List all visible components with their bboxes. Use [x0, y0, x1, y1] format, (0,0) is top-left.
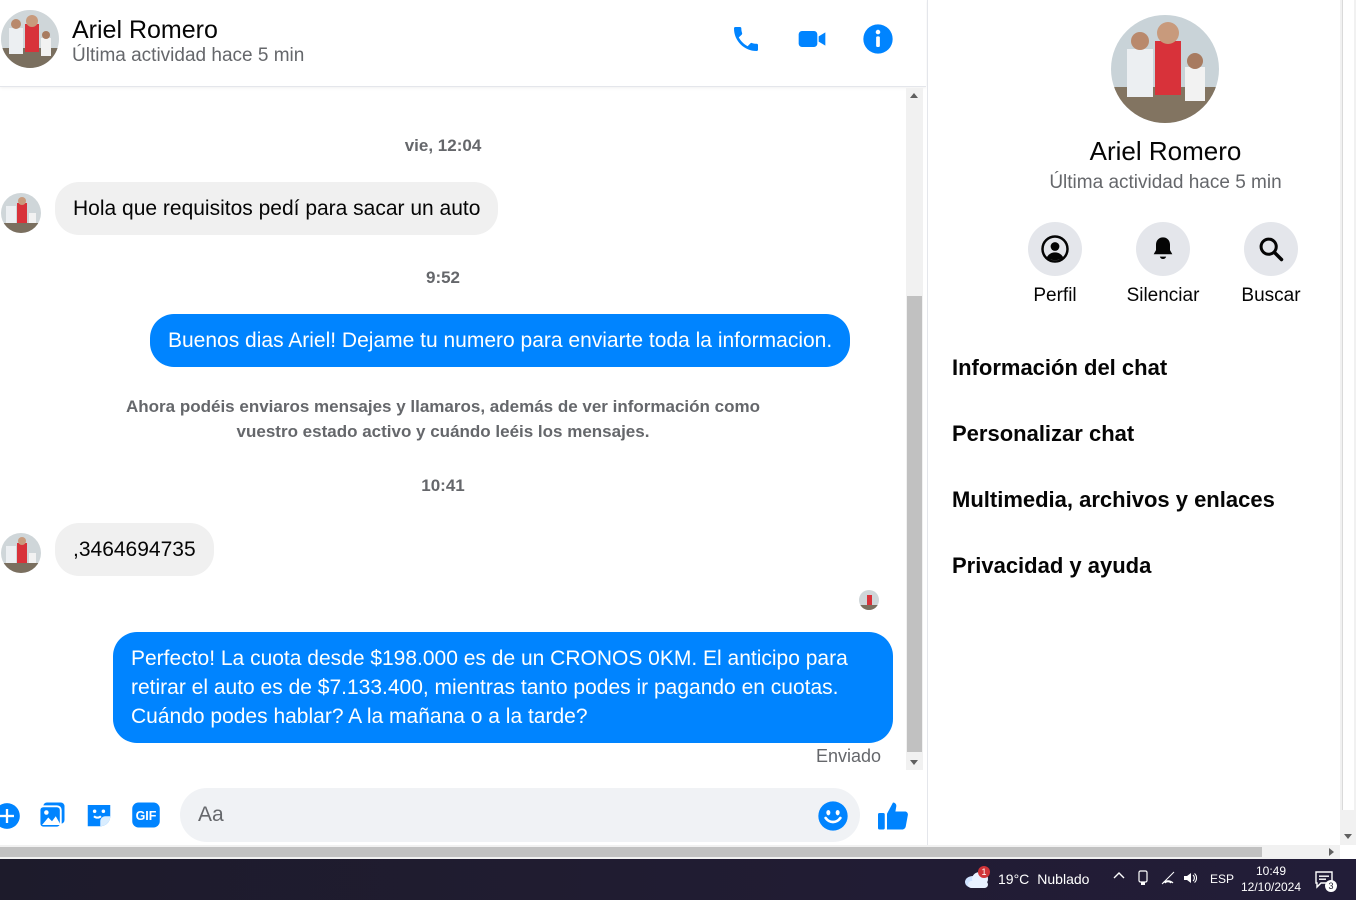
message-scrollbar[interactable] [906, 88, 923, 770]
mute-button-circle [1136, 222, 1190, 276]
horizontal-scrollbar-thumb[interactable] [0, 847, 1262, 857]
video-camera-icon [798, 31, 826, 47]
network-button[interactable] [1160, 870, 1176, 889]
device-tray-button[interactable] [1136, 870, 1150, 889]
voice-call-button[interactable] [729, 22, 763, 56]
user-circle-icon [1041, 235, 1069, 263]
clock-time: 10:49 [1255, 864, 1287, 878]
message-input[interactable] [180, 788, 860, 842]
profile-button-circle [1028, 222, 1082, 276]
search-label: Buscar [1241, 285, 1301, 306]
sender-avatar[interactable] [1, 193, 41, 233]
info-avatar[interactable] [1111, 15, 1219, 123]
profile-button[interactable]: Perfil [1010, 222, 1100, 307]
wifi-icon [1161, 871, 1175, 885]
bell-icon [1153, 237, 1173, 259]
notification-count: 3 [1325, 880, 1337, 892]
plus-icon [0, 803, 20, 829]
contact-status: Última actividad hace 5 min [72, 45, 305, 66]
sticker-button[interactable] [83, 799, 115, 831]
send-like-button[interactable] [875, 798, 911, 834]
system-notice: Ahora podéis enviaros mensajes y llamaro… [126, 397, 760, 441]
thumbs-up-icon [878, 802, 908, 830]
menu-chat-info[interactable]: Información del chat [952, 355, 1167, 381]
mute-button[interactable]: Silenciar [1118, 222, 1208, 307]
windows-taskbar: 19°C Nublado 1 ESP 10:49 12/10/2024 3 [0, 859, 1356, 900]
timestamp: 9:52 [425, 268, 461, 287]
page-scrollbar-horizontal[interactable] [0, 845, 1340, 859]
notification-center-button[interactable]: 3 [1313, 869, 1337, 892]
gif-label: GIF [136, 809, 157, 823]
scroll-right-arrow[interactable] [1329, 848, 1334, 856]
mute-label: Silenciar [1126, 285, 1200, 306]
show-hidden-icons-button[interactable] [1112, 869, 1126, 886]
emoji-button[interactable] [817, 800, 849, 832]
menu-media-files-links[interactable]: Multimedia, archivos y enlaces [952, 487, 1275, 513]
phone-icon [734, 27, 758, 51]
more-actions-button[interactable] [0, 800, 23, 832]
weather-alert-badge: 1 [978, 866, 990, 878]
weather-desc: Nublado [1037, 871, 1090, 887]
message-composer: GIF [0, 770, 926, 845]
video-call-button[interactable] [795, 22, 829, 56]
gif-icon: GIF [132, 802, 160, 828]
clock-date: 12/10/2024 [1240, 880, 1302, 894]
info-contact-name: Ariel Romero [1089, 136, 1242, 166]
message-list[interactable]: vie, 12:04 Hola que requisitos pedí para… [0, 88, 906, 770]
input-language-button[interactable]: ESP [1210, 872, 1234, 886]
scrollbar-thumb[interactable] [907, 296, 922, 752]
timestamp: vie, 12:04 [404, 136, 482, 155]
profile-label: Perfil [1033, 285, 1077, 306]
chat-header: Ariel Romero Última actividad hace 5 min [0, 0, 926, 87]
info-contact-status: Última actividad hace 5 min [1049, 172, 1282, 193]
scroll-down-arrow[interactable] [910, 760, 918, 765]
scroll-up-arrow[interactable] [910, 93, 918, 98]
device-icon [1138, 870, 1148, 885]
search-in-chat-button[interactable]: Buscar [1226, 222, 1316, 307]
sticker-icon [87, 805, 111, 827]
conversation-info-button[interactable] [861, 22, 895, 56]
photo-icon [38, 802, 65, 829]
page-scroll-down-arrow[interactable] [1344, 834, 1352, 839]
message-bubble-outgoing[interactable]: Perfecto! La cuota desde $198.000 es de … [113, 632, 893, 743]
chat-panel: Ariel Romero Última actividad hace 5 min… [0, 0, 926, 845]
message-bubble-incoming[interactable]: ,3464694735 [55, 523, 214, 576]
speaker-icon [1184, 873, 1197, 883]
search-button-circle [1244, 222, 1298, 276]
delivery-status: Enviado [816, 746, 882, 766]
volume-button[interactable] [1182, 870, 1198, 889]
message-bubble-incoming[interactable]: Hola que requisitos pedí para sacar un a… [55, 182, 499, 235]
menu-customize-chat[interactable]: Personalizar chat [952, 421, 1134, 447]
chevron-up-icon [1113, 872, 1125, 879]
message-bubble-outgoing[interactable]: Buenos dias Ariel! Dejame tu numero para… [150, 314, 851, 367]
page-scrollbar-thumb[interactable] [1342, 0, 1354, 810]
attach-photo-button[interactable] [36, 799, 68, 831]
emoji-icon [818, 801, 848, 831]
system-clock[interactable]: 10:49 12/10/2024 [1236, 863, 1306, 895]
search-icon [1259, 237, 1284, 262]
seen-indicator-avatar [859, 590, 879, 610]
weather-temp: 19°C [998, 871, 1030, 887]
sender-avatar[interactable] [1, 533, 41, 573]
gif-button[interactable]: GIF [130, 799, 162, 831]
contact-avatar[interactable] [1, 10, 59, 68]
contact-name[interactable]: Ariel Romero [72, 16, 218, 45]
menu-privacy-help[interactable]: Privacidad y ayuda [952, 553, 1151, 579]
info-icon [863, 24, 893, 54]
conversation-info-panel: Ariel Romero Última actividad hace 5 min… [927, 0, 1340, 845]
timestamp: 10:41 [421, 476, 465, 495]
page-scrollbar-vertical[interactable] [1340, 0, 1356, 845]
